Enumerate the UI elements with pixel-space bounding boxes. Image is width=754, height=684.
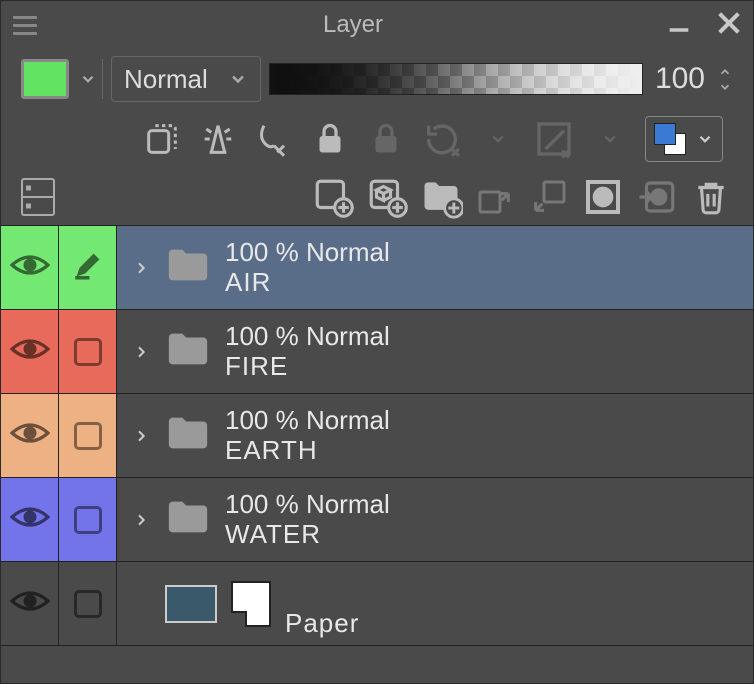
move-down-button[interactable]: [527, 175, 571, 219]
edit-lock-toggle[interactable]: [59, 562, 117, 645]
opacity-spinner[interactable]: [717, 65, 733, 94]
folder-icon: [165, 497, 211, 542]
pencil-icon: [71, 248, 105, 287]
duplicate-layer-icon[interactable]: [141, 118, 183, 160]
fg-bg-color-button[interactable]: [645, 116, 723, 162]
lock-disabled-icon: [365, 118, 407, 160]
chevron-down-icon: [589, 118, 631, 160]
chevron-down-icon: [228, 69, 248, 89]
close-button[interactable]: [713, 7, 745, 44]
panel-title: Layer: [41, 11, 665, 39]
layer-meta: 100 % Normal: [225, 406, 390, 436]
chevron-up-icon[interactable]: [717, 65, 733, 79]
layer-row[interactable]: 100 % NormalWATER: [1, 478, 753, 562]
chevron-down-icon: [696, 130, 714, 148]
visibility-toggle[interactable]: [1, 394, 59, 477]
layer-color-swatch[interactable]: [21, 59, 69, 99]
lock-box-icon: [74, 506, 102, 534]
layer-name: Paper: [285, 609, 359, 639]
layer-row-body[interactable]: 100 % NormalAIR: [117, 226, 753, 309]
toolbar-row-2: [1, 109, 753, 169]
import-button[interactable]: [635, 175, 679, 219]
toolbar-row-1: Normal 100: [1, 49, 753, 109]
new-layer-button[interactable]: [311, 175, 355, 219]
edit-lock-toggle[interactable]: [59, 478, 117, 561]
effect-disabled-icon: [533, 118, 575, 160]
move-up-button[interactable]: [473, 175, 517, 219]
opacity-value[interactable]: 100: [651, 62, 709, 96]
layer-thumbnail: [165, 585, 217, 623]
layer-name: AIR: [225, 268, 390, 298]
layer-row-body[interactable]: Paper: [117, 562, 753, 645]
expand-toggle[interactable]: [131, 256, 151, 280]
expand-toggle[interactable]: [131, 424, 151, 448]
new-folder-button[interactable]: [419, 175, 463, 219]
layer-meta: 100 % Normal: [225, 238, 390, 268]
filter-lighthouse-icon[interactable]: [197, 118, 239, 160]
lock-icon[interactable]: [309, 118, 351, 160]
blend-mode-select[interactable]: Normal: [111, 56, 261, 102]
lock-box-icon: [74, 338, 102, 366]
layer-row-body[interactable]: 100 % NormalEARTH: [117, 394, 753, 477]
edit-lock-toggle[interactable]: [59, 310, 117, 393]
visibility-toggle[interactable]: [1, 226, 59, 309]
edit-lock-toggle[interactable]: [59, 394, 117, 477]
lock-box-icon: [74, 590, 102, 618]
refresh-disabled-icon: [421, 118, 463, 160]
folder-icon: [165, 329, 211, 374]
layer-list: 100 % NormalAIR100 % NormalFIRE100 % Nor…: [1, 225, 753, 683]
paper-icon: [231, 581, 271, 627]
folder-icon: [165, 245, 211, 290]
layer-meta: 100 % Normal: [225, 490, 390, 520]
minimize-button[interactable]: [665, 9, 693, 42]
layer-panel: Layer Normal 100: [0, 0, 754, 684]
new-3d-layer-button[interactable]: [365, 175, 409, 219]
toolbar-row-3: [1, 169, 753, 225]
menu-icon[interactable]: [9, 9, 41, 41]
layer-name: WATER: [225, 520, 390, 550]
layer-meta: 100 % Normal: [225, 322, 390, 352]
layer-row[interactable]: 100 % NormalEARTH: [1, 394, 753, 478]
expand-toggle[interactable]: [131, 508, 151, 532]
chevron-down-icon: [477, 118, 519, 160]
eye-icon: [10, 251, 50, 284]
selection-icon[interactable]: [253, 118, 295, 160]
eye-icon: [10, 503, 50, 536]
titlebar: Layer: [1, 1, 753, 49]
visibility-toggle[interactable]: [1, 310, 59, 393]
visibility-toggle[interactable]: [1, 478, 59, 561]
blend-mode-label: Normal: [124, 64, 208, 95]
eye-icon: [10, 419, 50, 452]
layer-row-body[interactable]: 100 % NormalFIRE: [117, 310, 753, 393]
layer-name: FIRE: [225, 352, 390, 382]
folder-icon: [165, 413, 211, 458]
opacity-slider[interactable]: [269, 63, 643, 95]
chevron-down-icon[interactable]: [717, 80, 733, 94]
expand-toggle[interactable]: [131, 340, 151, 364]
swatch-dropdown[interactable]: [77, 59, 103, 99]
mask-button[interactable]: [581, 175, 625, 219]
layer-row[interactable]: Paper: [1, 562, 753, 646]
layer-name: EARTH: [225, 436, 390, 466]
lock-box-icon: [74, 422, 102, 450]
edit-lock-toggle[interactable]: [59, 226, 117, 309]
list-view-toggle[interactable]: [21, 178, 55, 216]
visibility-toggle[interactable]: [1, 562, 59, 645]
eye-icon: [10, 587, 50, 620]
layer-row-body[interactable]: 100 % NormalWATER: [117, 478, 753, 561]
eye-icon: [10, 335, 50, 368]
trash-button[interactable]: [689, 175, 733, 219]
layer-row[interactable]: 100 % NormalFIRE: [1, 310, 753, 394]
layer-row[interactable]: 100 % NormalAIR: [1, 226, 753, 310]
